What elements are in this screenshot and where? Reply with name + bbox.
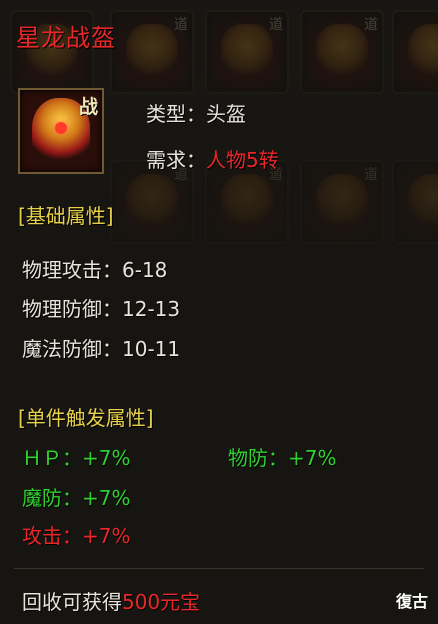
stat-label: 物理攻击： — [22, 258, 122, 282]
wufang-bonus-row: 物防：+7% — [228, 442, 337, 471]
watermark-logo: 復古 — [395, 592, 428, 611]
item-tooltip-panel: 星龙战盔 战 类型：头盔 需求：人物5转 [基础属性] 物理攻击：6-18 物理… — [0, 0, 438, 624]
item-require-label: 需求： — [146, 148, 206, 172]
stat-label: 物理防御： — [22, 297, 122, 321]
item-type-label: 类型： — [146, 102, 206, 126]
stat-value: 12-13 — [122, 297, 181, 321]
item-name: 星龙战盔 — [16, 24, 116, 52]
mofang-bonus-label: 魔防： — [22, 486, 82, 510]
stat-row: 物理攻击：6-18 — [22, 254, 167, 283]
mofang-bonus-row: 魔防：+7% — [22, 482, 131, 511]
attack-bonus-value: +7% — [82, 524, 131, 548]
trigger-section-header: [单件触发属性] — [18, 406, 154, 430]
item-type-row: 类型：头盔 — [146, 98, 246, 127]
item-type-value: 头盔 — [206, 102, 246, 126]
stat-label: 魔法防御： — [22, 337, 122, 361]
gem-icon — [55, 122, 67, 134]
hp-bonus-row: ＨＰ：+7% — [22, 442, 131, 471]
stat-row: 物理防御：12-13 — [22, 293, 180, 322]
wufang-bonus-value: +7% — [288, 446, 337, 470]
item-icon-frame[interactable]: 战 — [18, 88, 104, 174]
recycle-value: 500元宝 — [122, 590, 201, 614]
recycle-label: 回收可获得 — [22, 590, 122, 614]
item-require-value: 人物5转 — [206, 148, 279, 172]
base-section-header: [基础属性] — [18, 204, 114, 228]
item-require-row: 需求：人物5转 — [146, 144, 279, 173]
hp-bonus-label: ＨＰ： — [22, 446, 82, 470]
mofang-bonus-value: +7% — [82, 486, 131, 510]
recycle-row: 回收可获得500元宝 — [22, 586, 200, 615]
attack-bonus-label: 攻击： — [22, 524, 82, 548]
stat-row: 魔法防御：10-11 — [22, 333, 180, 362]
wufang-bonus-label: 物防： — [228, 446, 288, 470]
divider — [14, 568, 424, 569]
attack-bonus-row: 攻击：+7% — [22, 520, 131, 549]
class-badge: 战 — [78, 96, 98, 118]
stat-value: 10-11 — [122, 337, 181, 361]
stat-value: 6-18 — [122, 258, 168, 282]
hp-bonus-value: +7% — [82, 446, 131, 470]
